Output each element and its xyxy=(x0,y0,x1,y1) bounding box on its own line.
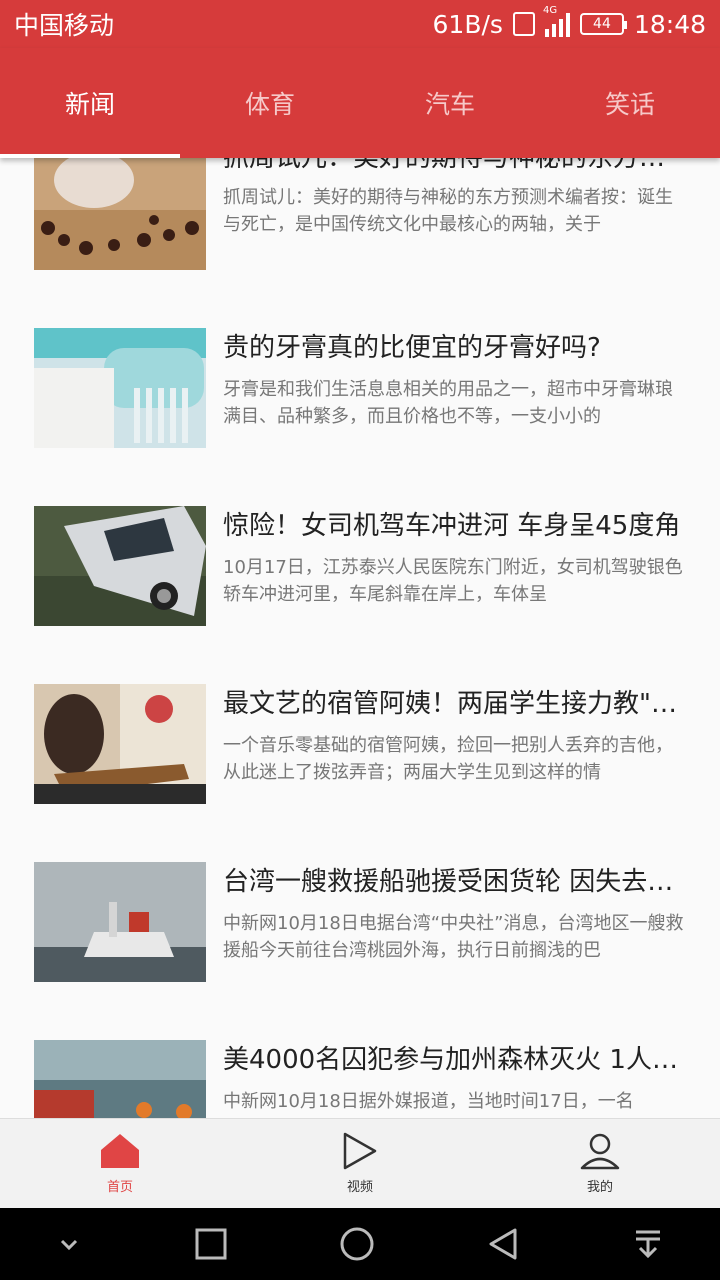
home-icon xyxy=(101,1134,139,1168)
news-thumbnail xyxy=(34,862,206,982)
news-item[interactable]: 贵的牙膏真的比便宜的牙膏好吗? 牙膏是和我们生活息息相关的用品之一，超市中牙膏琳… xyxy=(34,328,686,448)
news-item[interactable]: 抓周试儿：美好的期待与神秘的东方预测术 抓周试儿：美好的期待与神秘的东方预测术编… xyxy=(34,158,686,270)
signal-icon: 4G xyxy=(543,5,570,37)
news-summary: 10月17日，江苏泰兴人民医院东门附近，女司机驾驶银色轿车冲进河里，车尾斜靠在岸… xyxy=(223,557,683,605)
news-title: 最文艺的宿管阿姨！两届学生接力教"弹吉他" xyxy=(223,689,686,719)
notification-pull-icon[interactable] xyxy=(630,1226,666,1262)
tab-cars[interactable]: 汽车 xyxy=(360,48,540,158)
vibrate-icon xyxy=(512,12,535,36)
back-icon[interactable] xyxy=(485,1226,521,1262)
category-tab-bar: 新闻 体育 汽车 笑话 xyxy=(0,48,720,158)
news-thumbnail xyxy=(34,158,206,270)
network-type: 4G xyxy=(542,5,558,16)
news-title: 台湾一艘救援船驰援受困货轮 因失去动力 xyxy=(223,867,686,897)
home-circle-icon[interactable] xyxy=(338,1225,376,1263)
news-thumbnail xyxy=(34,506,206,626)
battery-icon: 44 xyxy=(579,13,627,35)
nav-label: 视频 xyxy=(346,1180,373,1195)
nav-profile[interactable]: 我的 xyxy=(480,1119,720,1208)
system-navigation-bar xyxy=(0,1208,720,1280)
tab-sports[interactable]: 体育 xyxy=(180,48,360,158)
news-item[interactable]: 美4000名囚犯参与加州森林灭火 1人受伤 中新网10月18日据外媒报道，当地时… xyxy=(34,1040,686,1118)
play-icon xyxy=(343,1132,377,1170)
nav-video[interactable]: 视频 xyxy=(240,1119,480,1208)
news-item[interactable]: 惊险！女司机驾车冲进河 车身呈45度角 10月17日，江苏泰兴人民医院东门附近，… xyxy=(34,506,686,626)
active-tab-indicator xyxy=(0,154,180,158)
news-summary: 牙膏是和我们生活息息相关的用品之一，超市中牙膏琳琅满目、品种繁多，而且价格也不等… xyxy=(223,379,673,427)
news-title: 贵的牙膏真的比便宜的牙膏好吗? xyxy=(223,333,601,363)
recents-icon[interactable] xyxy=(193,1226,229,1262)
clock: 18:48 xyxy=(633,9,706,39)
news-summary: 抓周试儿：美好的期待与神秘的东方预测术编者按：诞生与死亡，是中国传统文化中最核心… xyxy=(223,187,673,235)
news-item[interactable]: 最文艺的宿管阿姨！两届学生接力教"弹吉他" 一个音乐零基础的宿管阿姨，捡回一把别… xyxy=(34,684,686,804)
news-thumbnail xyxy=(34,328,206,448)
news-thumbnail xyxy=(34,684,206,804)
bottom-navigation: 首页 视频 我的 xyxy=(0,1118,720,1208)
news-summary: 中新网10月18日电据台湾“中央社”消息，台湾地区一艘救援船今天前往台湾桃园外海… xyxy=(223,913,684,961)
carrier-name: 中国移动 xyxy=(14,11,115,40)
tab-news[interactable]: 新闻 xyxy=(0,48,180,158)
news-list[interactable]: 抓周试儿：美好的期待与神秘的东方预测术 抓周试儿：美好的期待与神秘的东方预测术编… xyxy=(0,158,720,1118)
status-bar: 中国移动 61B/s 4G 44 18:48 xyxy=(0,0,720,48)
network-speed: 61B/s xyxy=(432,9,503,39)
news-title: 惊险！女司机驾车冲进河 车身呈45度角 xyxy=(223,511,681,541)
nav-home[interactable]: 首页 xyxy=(0,1119,240,1208)
news-title: 美4000名囚犯参与加州森林灭火 1人受伤 xyxy=(223,1045,686,1075)
news-summary: 中新网10月18日据外媒报道，当地时间17日，一名 xyxy=(223,1091,634,1112)
user-icon xyxy=(580,1133,620,1170)
nav-label: 首页 xyxy=(106,1180,133,1195)
news-summary: 一个音乐零基础的宿管阿姨，捡回一把别人丢弃的吉他，从此迷上了拨弦弄音；两届大学生… xyxy=(223,735,673,783)
news-item[interactable]: 台湾一艘救援船驰援受困货轮 因失去动力 中新网10月18日电据台湾“中央社”消息… xyxy=(34,862,686,982)
battery-level: 44 xyxy=(593,16,611,32)
tab-jokes[interactable]: 笑话 xyxy=(540,48,720,158)
nav-label: 我的 xyxy=(586,1180,613,1195)
chevron-down-icon[interactable] xyxy=(54,1229,84,1259)
news-title: 抓周试儿：美好的期待与神秘的东方预测术 xyxy=(223,158,686,173)
news-thumbnail xyxy=(34,1040,206,1118)
